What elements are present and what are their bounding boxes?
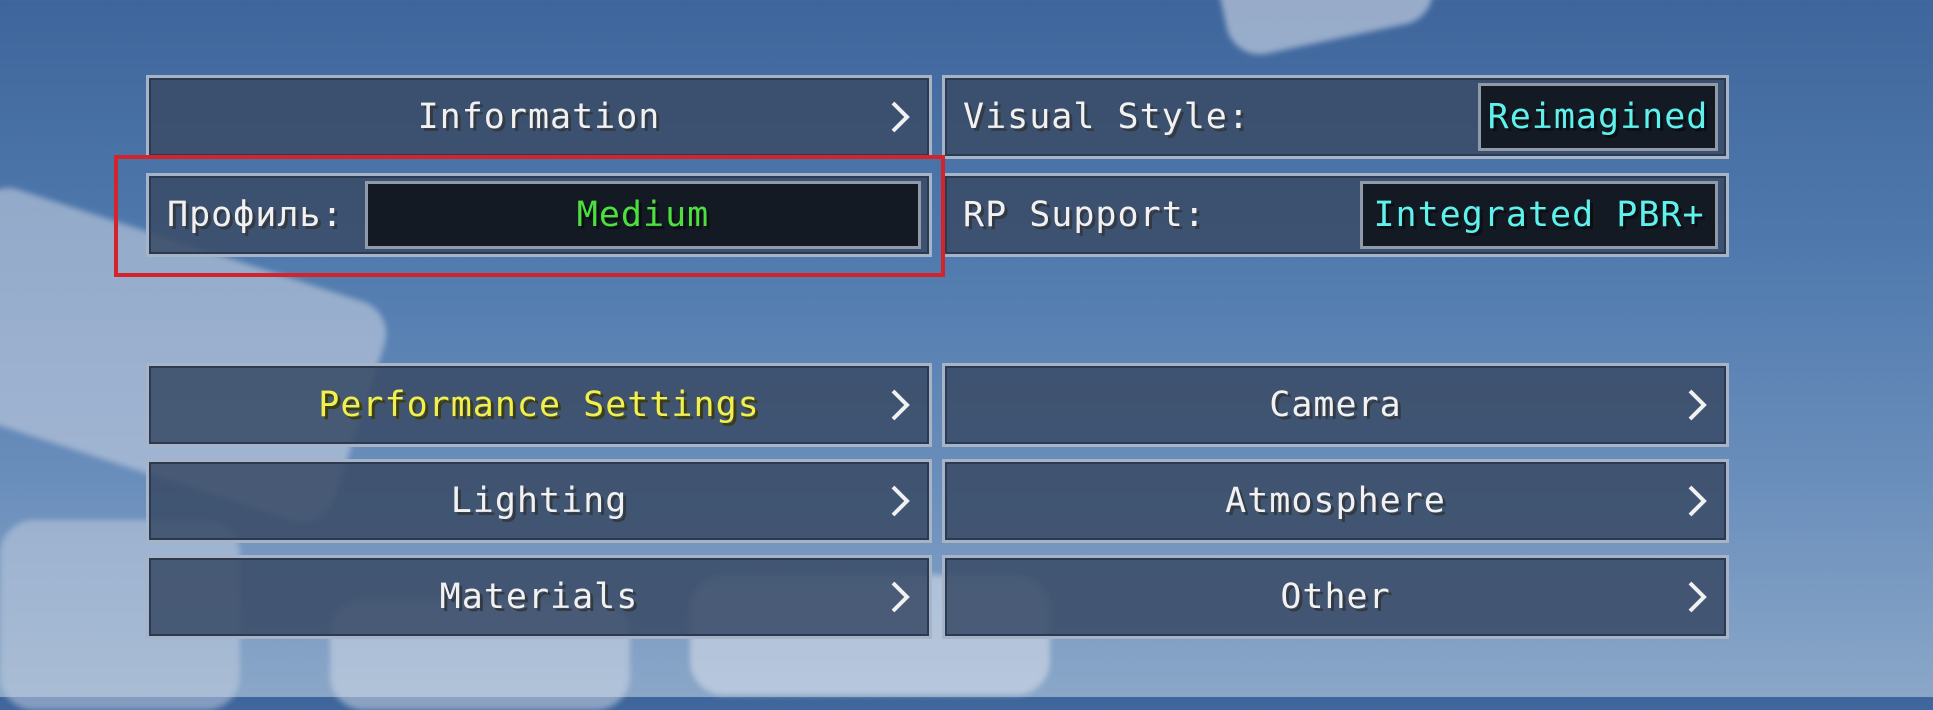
chevron-right-icon	[891, 101, 910, 133]
other-label: Other	[1280, 577, 1391, 617]
profile-highlight-frame	[114, 155, 945, 277]
atmosphere-button[interactable]: Atmosphere	[942, 459, 1729, 543]
rp-support-value[interactable]: Integrated PBR+	[1360, 181, 1718, 249]
rp-support-option[interactable]: RP Support: Integrated PBR+	[942, 173, 1729, 257]
visual-style-label: Visual Style:	[963, 97, 1250, 137]
chevron-right-icon	[891, 485, 910, 517]
camera-label: Camera	[1269, 385, 1402, 425]
materials-label: Materials	[439, 577, 639, 617]
chevron-right-icon	[891, 389, 910, 421]
visual-style-option[interactable]: Visual Style: Reimagined	[942, 75, 1729, 159]
camera-button[interactable]: Camera	[942, 363, 1729, 447]
lighting-label: Lighting	[450, 481, 628, 521]
chevron-right-icon	[1688, 485, 1707, 517]
performance-settings-label: Performance Settings	[318, 385, 760, 425]
materials-button[interactable]: Materials	[146, 555, 932, 639]
background-cloud	[1210, 0, 1440, 61]
information-label: Information	[417, 97, 661, 137]
visual-style-value[interactable]: Reimagined	[1478, 83, 1718, 151]
information-button[interactable]: Information	[146, 75, 932, 159]
lighting-button[interactable]: Lighting	[146, 459, 932, 543]
rp-support-label: RP Support:	[963, 195, 1206, 235]
atmosphere-label: Atmosphere	[1225, 481, 1446, 521]
other-button[interactable]: Other	[942, 555, 1729, 639]
game-settings-screen: { "top_row": { "information": { "label":…	[0, 0, 1933, 710]
performance-settings-button[interactable]: Performance Settings	[146, 363, 932, 447]
chevron-right-icon	[891, 581, 910, 613]
chevron-right-icon	[1688, 581, 1707, 613]
chevron-right-icon	[1688, 389, 1707, 421]
